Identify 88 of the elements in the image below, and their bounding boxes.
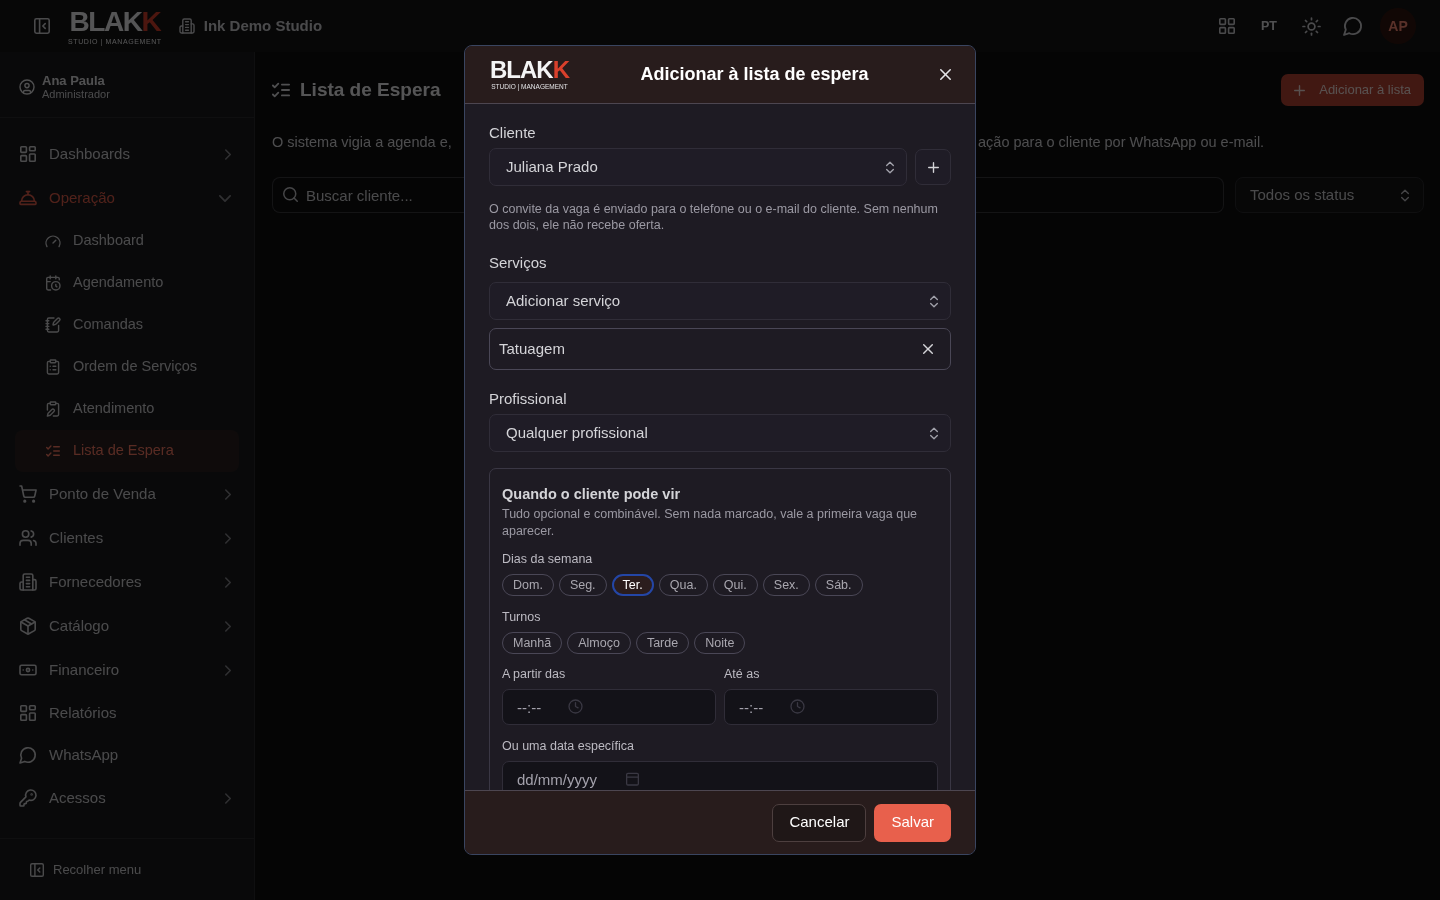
client-select[interactable]: Juliana Prado [489, 148, 907, 186]
cancel-button[interactable]: Cancelar [772, 803, 867, 842]
box-icon [20, 618, 36, 634]
chevrons-up-down-icon [886, 160, 894, 174]
service-tag-label: Tatuagem [499, 338, 565, 359]
user-circle-icon [20, 79, 34, 94]
clipboard-pen-icon [46, 402, 60, 416]
page-title: Lista de Espera [300, 77, 441, 102]
notepad-pen-icon [46, 318, 60, 332]
help-text: O convite da vaga é enviado para o telefone ou o e-mail do cliente. Sem nenhum dos dois, ele não recebe oferta. [489, 201, 939, 233]
building-icon [179, 19, 194, 33]
search-field[interactable] [976, 177, 1224, 213]
clock-icon [791, 700, 804, 713]
sun-icon[interactable] [1303, 17, 1320, 35]
calendar-icon [626, 772, 639, 785]
calendar-clock-icon [46, 276, 60, 290]
chat-bubble-icon[interactable] [1344, 17, 1362, 35]
weekday-toggle[interactable]: Ter. [611, 574, 654, 596]
studio-name[interactable]: Ink Demo Studio [203, 14, 323, 38]
sidebar-nav-item[interactable]: Operação [15, 176, 239, 220]
group-label: Dias da semana [502, 551, 594, 567]
field-label: A partir das [502, 666, 567, 682]
key-icon [20, 790, 36, 806]
sidebar-nav-item[interactable]: Ponto de Venda [15, 472, 239, 516]
professional-select[interactable]: Qualquer profissional [489, 414, 951, 452]
chevrons-up-down-icon [1401, 188, 1409, 202]
service-select[interactable]: Adicionar serviço [489, 282, 951, 320]
checklist-icon [272, 81, 290, 99]
sidebar-nav-item[interactable]: Catálogo [15, 604, 239, 648]
banknote-icon [20, 662, 36, 678]
field-label: Cliente [489, 123, 537, 143]
sidebar-nav-item[interactable]: Relatórios [15, 692, 239, 734]
dashboard-grid-icon [20, 705, 36, 721]
sidebar-nav-item[interactable]: Dashboards [15, 132, 239, 176]
chevrons-up-down-icon [930, 426, 938, 440]
shopping-cart-icon [20, 486, 36, 502]
sidebar-nav-item[interactable]: Financeiro [15, 648, 239, 692]
remove-icon[interactable] [923, 344, 933, 354]
sidebar-nav-item[interactable]: Fornecedores [15, 560, 239, 604]
sidebar-nav-item[interactable]: Clientes [15, 516, 239, 560]
sidebar-subnav-item[interactable]: Atendimento [15, 388, 239, 430]
sidebar-nav-item[interactable]: WhatsApp [15, 734, 239, 776]
sidebar-nav-item[interactable]: Acessos [15, 776, 239, 820]
language-button[interactable]: PT [1259, 16, 1279, 36]
logo-wordmark: BLAKK [69, 7, 161, 36]
field-label: Serviços [489, 253, 548, 273]
service-bell-icon [20, 190, 36, 206]
logo-wordmark: BLAKK [490, 58, 569, 83]
clock-icon [569, 700, 582, 713]
gauge-icon [46, 234, 60, 248]
field-label: Até as [724, 666, 761, 682]
user-avatar[interactable]: AP [1380, 8, 1416, 44]
page-description: O sistema vigia a agenda e, [272, 133, 453, 152]
sidebar-subnav-item[interactable]: Comandas [15, 304, 239, 346]
section-description: Tudo opcional e combinável. Sem nada marcado, vale a primeira vaga que aparecer. [502, 506, 919, 539]
building-icon [20, 574, 36, 590]
sidebar-subnav-item[interactable]: Agendamento [15, 262, 239, 304]
search-field[interactable]: Buscar cliente... [272, 177, 464, 213]
checklist-icon [46, 444, 60, 458]
section-title: Quando o cliente pode vir [502, 485, 682, 503]
status-filter-select[interactable]: Todos os status [1235, 177, 1424, 213]
users-icon [20, 530, 36, 546]
close-icon[interactable] [940, 69, 951, 80]
date-field[interactable]: dd/mm/yyyy [502, 761, 938, 790]
chevrons-up-down-icon [930, 294, 938, 308]
sidebar-subnav-item[interactable]: Dashboard [15, 220, 239, 262]
chat-bubble-icon [20, 747, 36, 763]
apps-grid-icon[interactable] [1219, 18, 1235, 34]
time-field[interactable]: --:-- [502, 689, 716, 725]
clipboard-list-icon [46, 360, 60, 374]
field-label: Ou uma data específica [502, 738, 636, 754]
search-icon [283, 187, 298, 202]
page-description: ação para o cliente por WhatsApp ou e-mail. [977, 133, 1266, 152]
dialog-title: Adicionar à lista de espera [639, 63, 870, 86]
plus-icon [927, 161, 939, 173]
sidebar-toggle-icon[interactable] [34, 18, 50, 34]
time-field[interactable]: --:-- [724, 689, 938, 725]
dashboard-grid-icon [20, 146, 36, 162]
field-label: Profissional [489, 389, 568, 409]
group-label: Turnos [502, 609, 542, 625]
add-client-button[interactable] [915, 149, 951, 185]
panel-left-icon [30, 862, 44, 877]
user-name: Ana Paula [42, 72, 106, 88]
save-button[interactable]: Salvar [874, 803, 951, 842]
plus-icon [1294, 84, 1306, 96]
user-role: Administrador [42, 87, 110, 101]
sidebar-subnav-item[interactable]: Ordem de Serviços [15, 346, 239, 388]
collapse-menu-button[interactable]: Recolher menu [30, 859, 142, 880]
